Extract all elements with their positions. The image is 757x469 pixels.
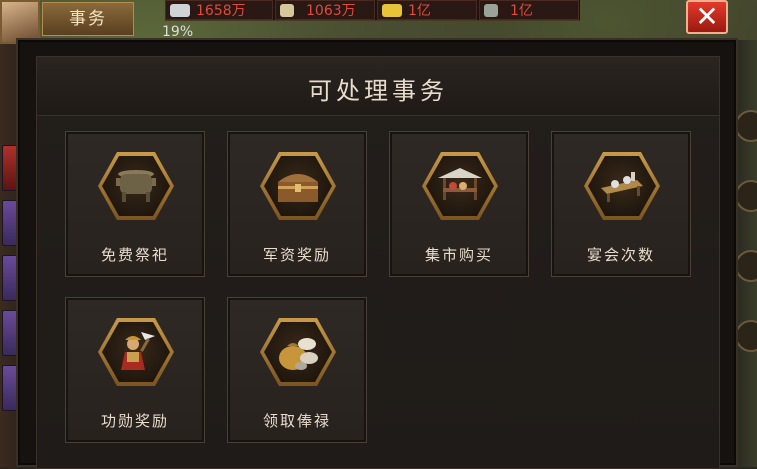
market-stall-icon xyxy=(426,156,494,216)
affair-label: 宴会次数 xyxy=(586,246,655,264)
affair-banquet-count[interactable]: 宴会次数 xyxy=(551,131,691,277)
affair-label: 免费祭祀 xyxy=(100,246,169,264)
panel-header: 可处理事务 xyxy=(37,57,719,116)
affair-military-reward[interactable]: 军资奖励 xyxy=(227,131,367,277)
resource-silver: 1658万 xyxy=(165,0,273,20)
side-button[interactable] xyxy=(735,250,757,282)
soldier-icon xyxy=(484,4,498,17)
gold-bar-icon xyxy=(382,4,402,17)
affair-label: 集市购买 xyxy=(424,246,493,264)
grain-icon xyxy=(280,4,294,17)
side-button[interactable] xyxy=(735,180,757,212)
resource-gold: 1亿 xyxy=(377,0,477,20)
right-side-bar xyxy=(735,40,757,467)
resource-value: 1亿 xyxy=(510,3,533,19)
affair-merit-reward[interactable]: 功勋奖励 xyxy=(65,297,205,443)
affair-label: 功勋奖励 xyxy=(100,412,169,430)
affair-free-sacrifice[interactable]: 免费祭祀 xyxy=(65,131,205,277)
panel-title: 可处理事务 xyxy=(308,77,448,105)
affair-market-purchase[interactable]: 集市购买 xyxy=(389,131,529,277)
affair-label: 军资奖励 xyxy=(262,246,331,264)
resource-grain: 1063万 xyxy=(275,0,375,20)
affairs-panel-body: 可处理事务 免费祭祀 军资奖励 集市购买 宴会次数 功勋奖励 领取俸禄 xyxy=(36,56,720,469)
silver-ingot-icon xyxy=(170,4,190,17)
incense-burner-icon xyxy=(102,156,170,216)
resource-value: 1658万 xyxy=(196,3,246,19)
tab-affairs[interactable]: 事务 xyxy=(42,2,134,36)
close-button[interactable]: ✕ xyxy=(686,0,728,34)
resource-value: 1亿 xyxy=(408,3,431,19)
money-bag-icon xyxy=(264,322,332,382)
affair-collect-salary[interactable]: 领取俸禄 xyxy=(227,297,367,443)
resource-soldiers: 1亿 xyxy=(479,0,579,20)
side-button[interactable] xyxy=(735,320,757,352)
treasure-chest-icon xyxy=(264,156,332,216)
resource-value: 1063万 xyxy=(306,3,356,19)
affairs-panel: 可处理事务 免费祭祀 军资奖励 集市购买 宴会次数 功勋奖励 领取俸禄 xyxy=(16,38,738,469)
resource-bar: 1658万 1063万 1亿 1亿 xyxy=(165,0,580,21)
general-warrior-icon xyxy=(102,322,170,382)
affair-label: 领取俸禄 xyxy=(262,412,331,430)
side-button[interactable] xyxy=(735,110,757,142)
banquet-table-icon xyxy=(588,156,656,216)
